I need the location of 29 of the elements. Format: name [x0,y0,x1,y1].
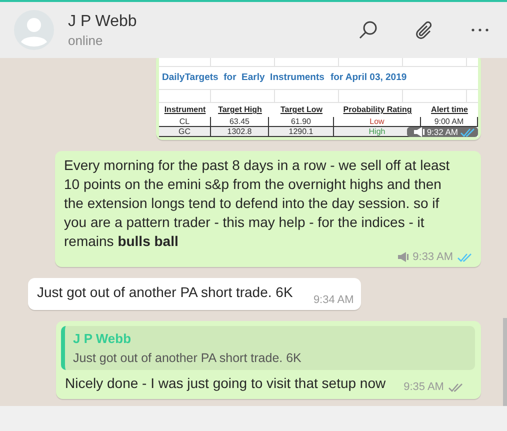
table-cell: 9:00 AM [421,117,478,127]
megaphone-icon [412,127,425,137]
table-cell: 61.90 [269,117,334,127]
quote-author: J P Webb [73,331,132,346]
column-header: Target Low [279,104,324,116]
column-header: Alert time [430,104,469,116]
table-date: for April 03, 2019 [330,72,407,84]
scrollbar[interactable] [503,318,507,406]
megaphone-icon [396,252,409,262]
message-time: 9:34 AM [313,294,354,306]
message-time: 9:35 AM [404,381,444,393]
message-text: Every morning for the past 8 days in a row - we sell off at least 10 points on the emini s&p from the overnight highs and then the extension longs tend to defend into the day session. so if you are a pattern trader - this may help - for the indices - it remains bulls ball [64,156,451,251]
table-cell: 1302.8 [211,127,269,137]
message-text: Just got out of another PA short trade. 6K [37,284,293,300]
message-time: 9:32 AM [426,127,458,137]
quote-text: Just got out of another PA short trade. 6K [73,351,302,365]
contact-name: J P Webb [68,12,138,30]
message-text: Nicely done - I was just going to visit that setup now [65,374,386,393]
message-time: 9:33 AM [412,251,453,263]
contact-status: online [68,32,104,48]
table-title: DailyTargets for Early Instruments [162,72,324,84]
table-cell: 1290.1 [269,127,334,137]
quoted-message[interactable]: J P Webb Just got out of another PA short trade. 6K [61,326,475,370]
table-cell: CL [159,117,211,127]
column-header: Target High [217,104,263,116]
column-header: Probability Rating [342,104,413,116]
table-cell: 63.45 [211,117,269,127]
table-cell: GC [159,127,211,137]
column-header: Instrument [163,104,207,116]
